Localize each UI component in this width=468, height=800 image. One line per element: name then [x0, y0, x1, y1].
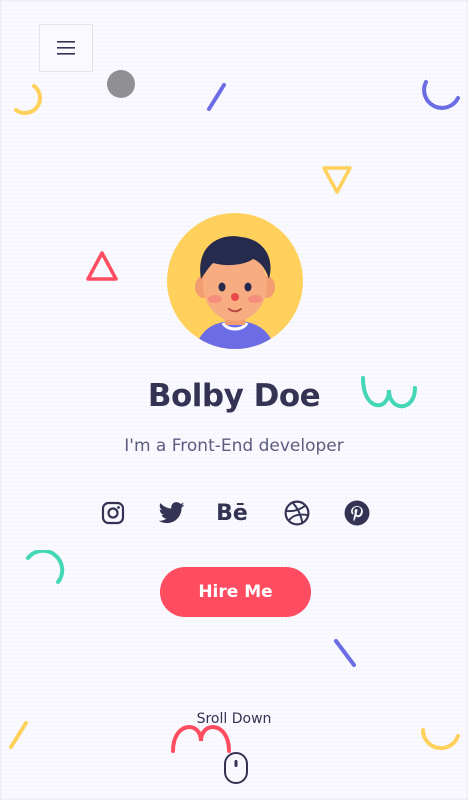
twitter-link[interactable]	[155, 497, 189, 529]
twitter-icon	[159, 502, 185, 524]
avatar	[167, 213, 303, 349]
behance-link[interactable]: Bē	[215, 497, 249, 529]
avatar-illustration	[195, 236, 275, 349]
purple-line-shape-2	[334, 639, 356, 667]
yellow-triangle-shape	[322, 166, 352, 194]
pinterest-icon	[344, 500, 370, 526]
dribbble-link[interactable]	[280, 497, 314, 529]
profile-tagline: I'm a Front-End developer	[124, 436, 344, 456]
purple-arc-shape	[422, 80, 460, 110]
pinterest-link[interactable]	[340, 497, 374, 529]
social-links: Bē	[94, 497, 374, 529]
teal-arc-shape	[26, 550, 65, 584]
instagram-icon	[101, 501, 125, 525]
scroll-down-label[interactable]: Sroll Down	[0, 711, 468, 727]
behance-icon: Bē	[216, 500, 248, 526]
instagram-link[interactable]	[96, 497, 130, 529]
purple-line-shape	[207, 83, 226, 111]
hire-me-button[interactable]: Hire Me	[160, 567, 311, 617]
profile-name: Bolby Doe	[147, 378, 321, 414]
cursor-indicator	[107, 70, 135, 98]
hamburger-icon	[57, 41, 75, 55]
yellow-arc-shape	[14, 84, 42, 115]
menu-button[interactable]	[39, 24, 93, 72]
pink-triangle-shape	[86, 251, 118, 281]
mouse-icon[interactable]	[223, 751, 249, 785]
dribbble-icon	[284, 500, 310, 526]
